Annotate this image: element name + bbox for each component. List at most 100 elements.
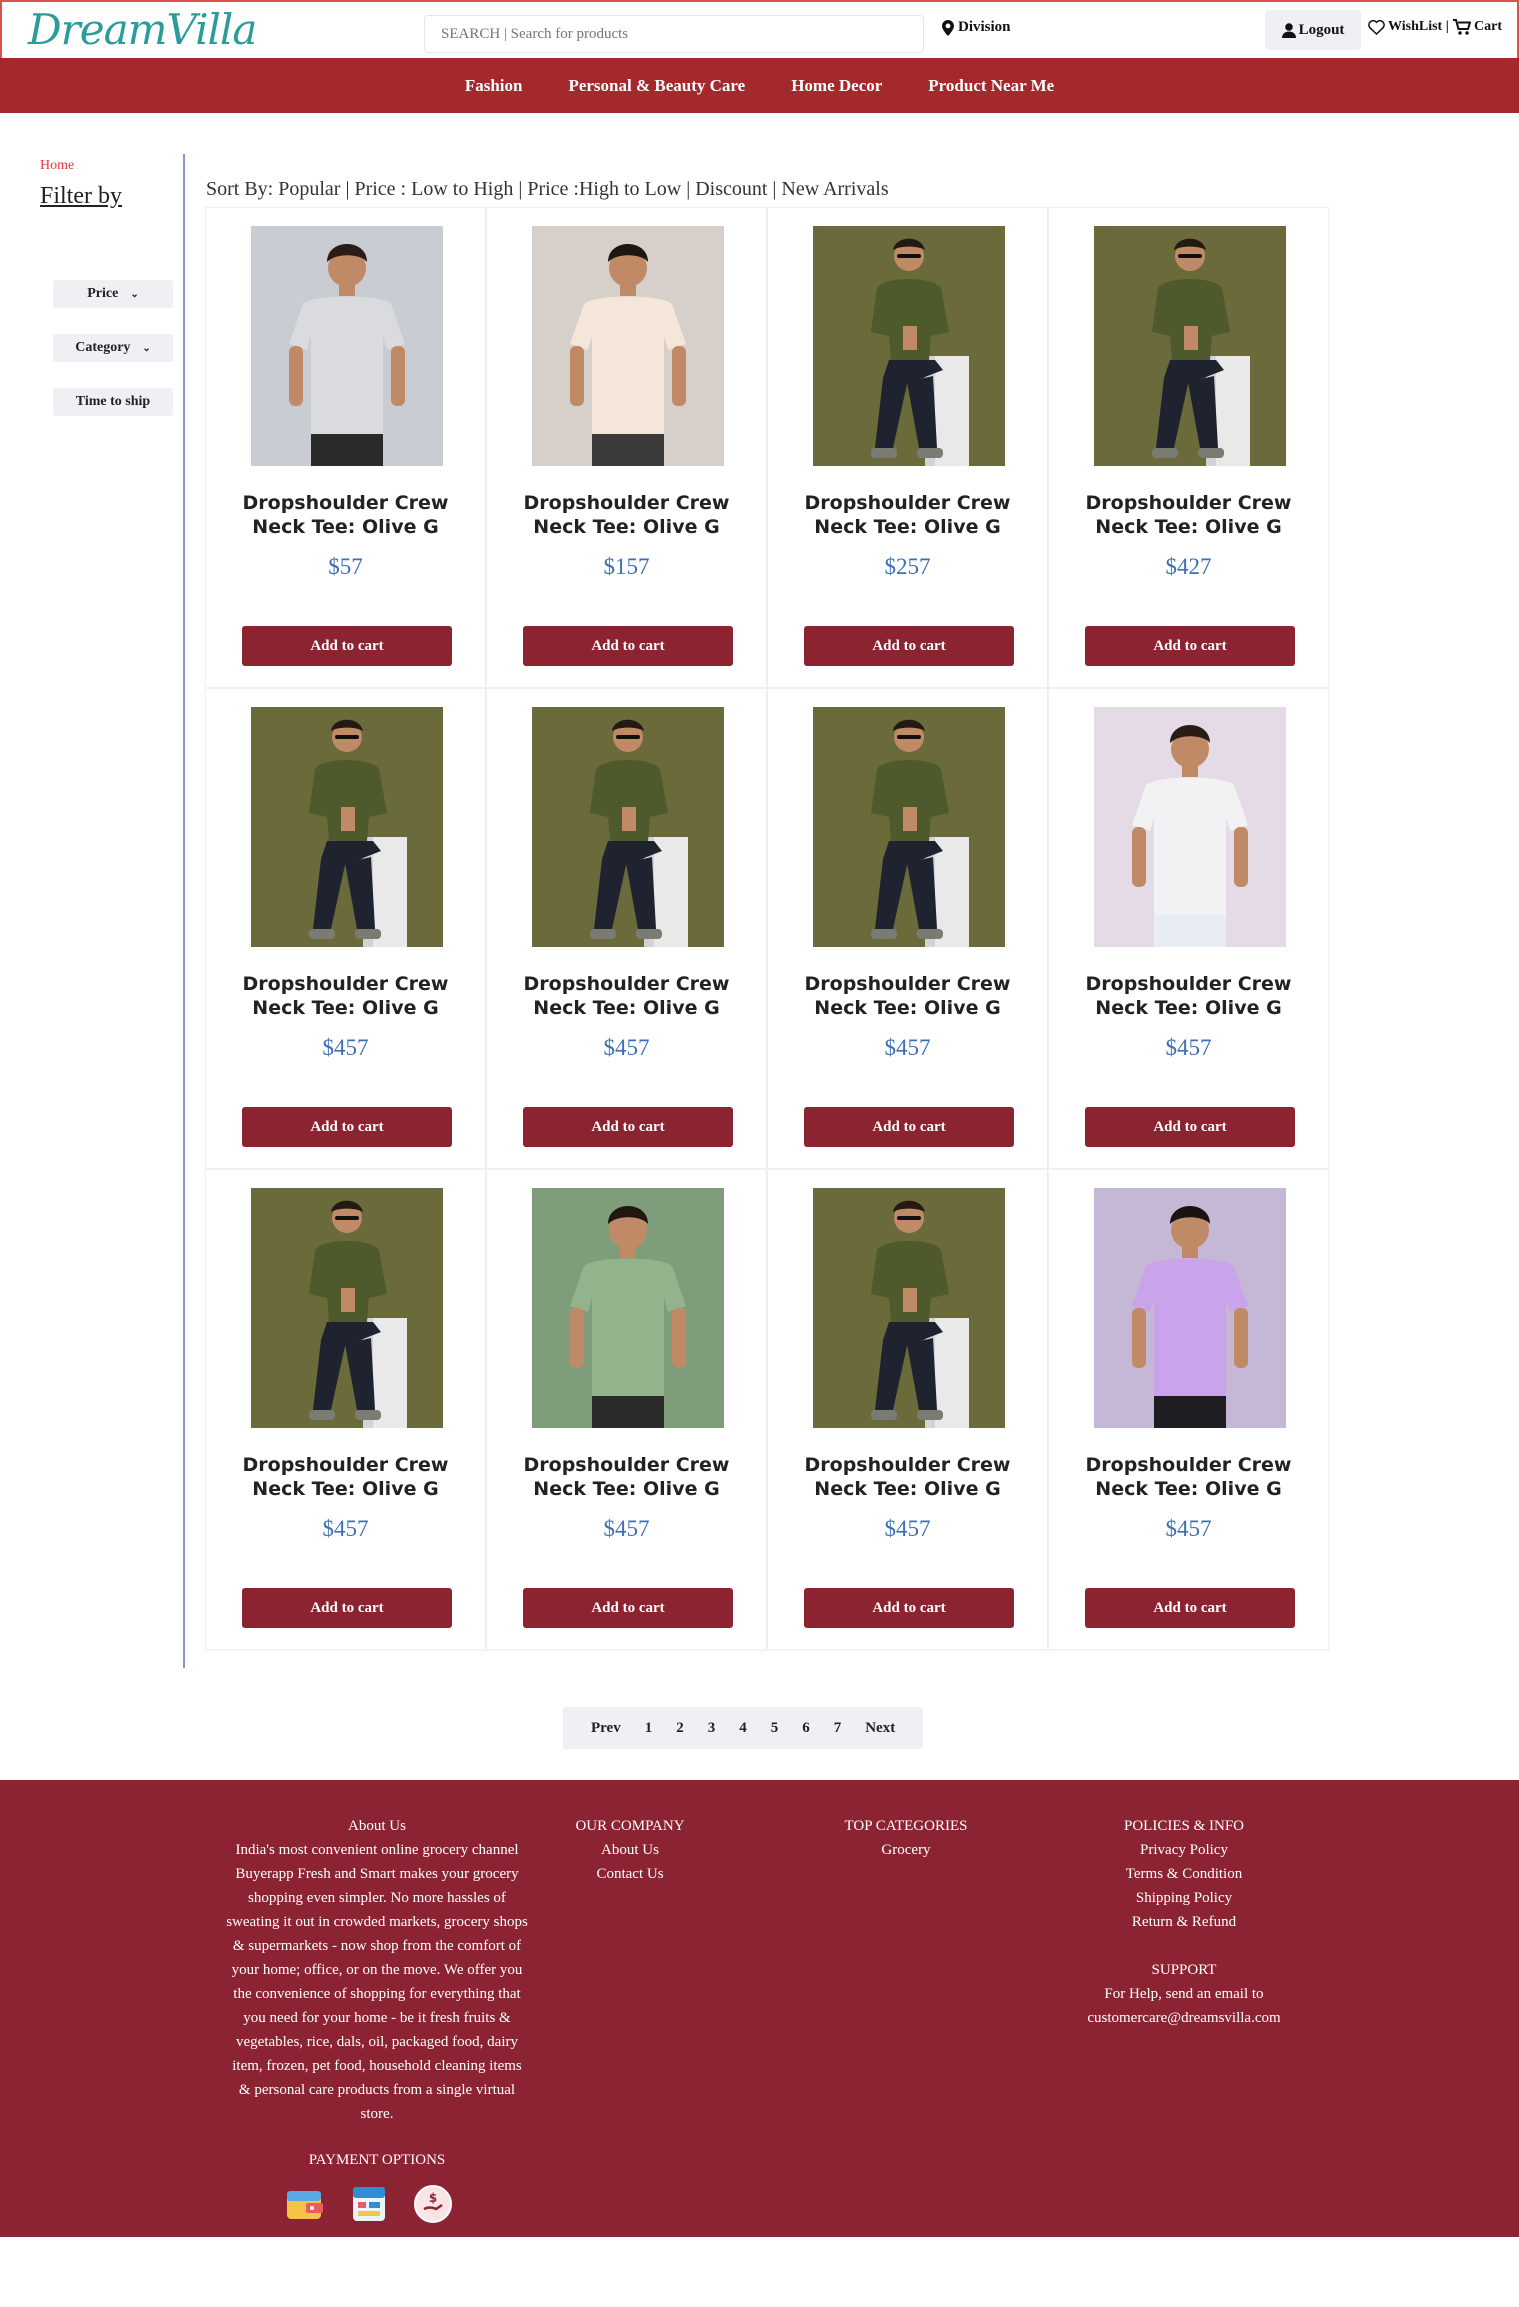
product-name[interactable]: Dropshoulder Crew Neck Tee: Olive G	[206, 972, 485, 1020]
next-page-button[interactable]: Next	[853, 1720, 907, 1737]
division-selector[interactable]: Division	[942, 19, 1011, 36]
add-to-cart-button[interactable]: Add to cart	[523, 1588, 733, 1628]
product-image[interactable]	[813, 226, 1005, 466]
product-price: $157	[603, 554, 650, 579]
product-name[interactable]: Dropshoulder Crew Neck Tee: Olive G	[487, 972, 766, 1020]
division-label: Division	[958, 19, 1011, 35]
footer-link-contact-us[interactable]: Contact Us	[560, 1862, 700, 1886]
product-card[interactable]: Dropshoulder Crew Neck Tee: Olive G $457…	[1048, 1169, 1329, 1650]
sidebar-divider	[183, 154, 185, 1668]
add-to-cart-button[interactable]: Add to cart	[242, 1107, 452, 1147]
chevron-down-icon: ⌄	[130, 288, 139, 300]
nav-item-product-near-me[interactable]: Product Near Me	[928, 76, 1054, 96]
location-pin-icon	[942, 19, 954, 36]
logo[interactable]: DreamVilla	[28, 6, 257, 54]
product-name[interactable]: Dropshoulder Crew Neck Tee: Olive G	[768, 491, 1047, 539]
page-4-button[interactable]: 4	[727, 1720, 759, 1737]
footer-link-about-us[interactable]: About Us	[560, 1838, 700, 1862]
product-image[interactable]	[813, 1188, 1005, 1428]
wallet-icon	[287, 2191, 323, 2219]
filter-label: Category	[75, 340, 131, 355]
product-card[interactable]: Dropshoulder Crew Neck Tee: Olive G $427…	[1048, 207, 1329, 688]
nav-item-fashion[interactable]: Fashion	[465, 76, 523, 96]
cart-link[interactable]: Cart	[1453, 19, 1502, 35]
add-to-cart-button[interactable]: Add to cart	[1085, 626, 1295, 666]
footer-link-terms[interactable]: Terms & Condition	[1062, 1862, 1306, 1886]
product-card[interactable]: Dropshoulder Crew Neck Tee: Olive G $457…	[486, 688, 767, 1169]
add-to-cart-button[interactable]: Add to cart	[523, 1107, 733, 1147]
product-image[interactable]	[532, 707, 724, 947]
cart-label: Cart	[1474, 19, 1502, 34]
product-image[interactable]	[1094, 226, 1286, 466]
filter-category-dropdown[interactable]: Category ⌄	[53, 334, 173, 362]
page-2-button[interactable]: 2	[664, 1720, 696, 1737]
product-image[interactable]	[251, 226, 443, 466]
search-input[interactable]	[424, 15, 924, 53]
footer-support-email[interactable]: customercare@dreamsvilla.com	[1062, 2006, 1306, 2030]
product-card[interactable]: Dropshoulder Crew Neck Tee: Olive G $457…	[486, 1169, 767, 1650]
product-name[interactable]: Dropshoulder Crew Neck Tee: Olive G	[487, 491, 766, 539]
page-7-button[interactable]: 7	[822, 1720, 854, 1737]
product-price: $457	[884, 1516, 931, 1541]
prev-page-button[interactable]: Prev	[579, 1720, 633, 1737]
page-1-button[interactable]: 1	[633, 1720, 665, 1737]
product-name[interactable]: Dropshoulder Crew Neck Tee: Olive G	[487, 1453, 766, 1501]
filter-label: Time to ship	[75, 394, 151, 409]
wishlist-link[interactable]: WishList |	[1368, 19, 1449, 35]
product-card[interactable]: Dropshoulder Crew Neck Tee: Olive G $457…	[205, 1169, 486, 1650]
product-image[interactable]	[532, 1188, 724, 1428]
cart-icon	[1453, 19, 1471, 35]
cash-on-delivery-icon: $	[414, 2185, 452, 2223]
add-to-cart-button[interactable]: Add to cart	[523, 626, 733, 666]
add-to-cart-button[interactable]: Add to cart	[242, 626, 452, 666]
product-name[interactable]: Dropshoulder Crew Neck Tee: Olive G	[1049, 972, 1328, 1020]
product-card[interactable]: Dropshoulder Crew Neck Tee: Olive G $257…	[767, 207, 1048, 688]
product-name[interactable]: Dropshoulder Crew Neck Tee: Olive G	[206, 491, 485, 539]
sort-options[interactable]: Sort By: Popular | Price : Low to High |…	[206, 178, 889, 201]
product-card[interactable]: Dropshoulder Crew Neck Tee: Olive G $457…	[767, 1169, 1048, 1650]
product-price: $457	[884, 1035, 931, 1060]
add-to-cart-button[interactable]: Add to cart	[804, 626, 1014, 666]
product-card[interactable]: Dropshoulder Crew Neck Tee: Olive G $157…	[486, 207, 767, 688]
add-to-cart-button[interactable]: Add to cart	[1085, 1107, 1295, 1147]
product-name[interactable]: Dropshoulder Crew Neck Tee: Olive G	[768, 1453, 1047, 1501]
product-name[interactable]: Dropshoulder Crew Neck Tee: Olive G	[768, 972, 1047, 1020]
nav-item-home-decor[interactable]: Home Decor	[791, 76, 882, 96]
footer-link-privacy-policy[interactable]: Privacy Policy	[1062, 1838, 1306, 1862]
logout-button[interactable]: Logout	[1265, 10, 1361, 50]
product-image[interactable]	[1094, 1188, 1286, 1428]
product-card[interactable]: Dropshoulder Crew Neck Tee: Olive G $457…	[767, 688, 1048, 1169]
footer-support-title: SUPPORT	[1151, 1962, 1217, 1978]
product-name[interactable]: Dropshoulder Crew Neck Tee: Olive G	[1049, 1453, 1328, 1501]
paytm-icon	[353, 2187, 385, 2221]
footer-link-shipping-policy[interactable]: Shipping Policy	[1062, 1886, 1306, 1910]
product-image[interactable]	[1094, 707, 1286, 947]
filter-time-to-ship-dropdown[interactable]: Time to ship	[53, 388, 173, 416]
nav-item-personal-beauty-care[interactable]: Personal & Beauty Care	[568, 76, 745, 96]
product-price: $457	[322, 1035, 369, 1060]
add-to-cart-button[interactable]: Add to cart	[804, 1588, 1014, 1628]
product-card[interactable]: Dropshoulder Crew Neck Tee: Olive G $57 …	[205, 207, 486, 688]
product-price: $427	[1165, 554, 1212, 579]
filter-title: Filter by	[40, 183, 122, 209]
add-to-cart-button[interactable]: Add to cart	[804, 1107, 1014, 1147]
product-card[interactable]: Dropshoulder Crew Neck Tee: Olive G $457…	[1048, 688, 1329, 1169]
product-name[interactable]: Dropshoulder Crew Neck Tee: Olive G	[1049, 491, 1328, 539]
footer-support-text: For Help, send an email to	[1104, 1986, 1264, 2002]
product-card[interactable]: Dropshoulder Crew Neck Tee: Olive G $457…	[205, 688, 486, 1169]
footer-link-return-refund[interactable]: Return & Refund	[1062, 1910, 1306, 1934]
product-image[interactable]	[813, 707, 1005, 947]
product-name[interactable]: Dropshoulder Crew Neck Tee: Olive G	[206, 1453, 485, 1501]
page-5-button[interactable]: 5	[759, 1720, 791, 1737]
product-image[interactable]	[251, 1188, 443, 1428]
breadcrumb-home[interactable]: Home	[40, 158, 74, 174]
add-to-cart-button[interactable]: Add to cart	[242, 1588, 452, 1628]
product-price: $257	[884, 554, 931, 579]
page-3-button[interactable]: 3	[696, 1720, 728, 1737]
product-image[interactable]	[251, 707, 443, 947]
add-to-cart-button[interactable]: Add to cart	[1085, 1588, 1295, 1628]
footer-link-grocery[interactable]: Grocery	[830, 1838, 982, 1862]
page-6-button[interactable]: 6	[790, 1720, 822, 1737]
product-image[interactable]	[532, 226, 724, 466]
filter-price-dropdown[interactable]: Price ⌄	[53, 280, 173, 308]
